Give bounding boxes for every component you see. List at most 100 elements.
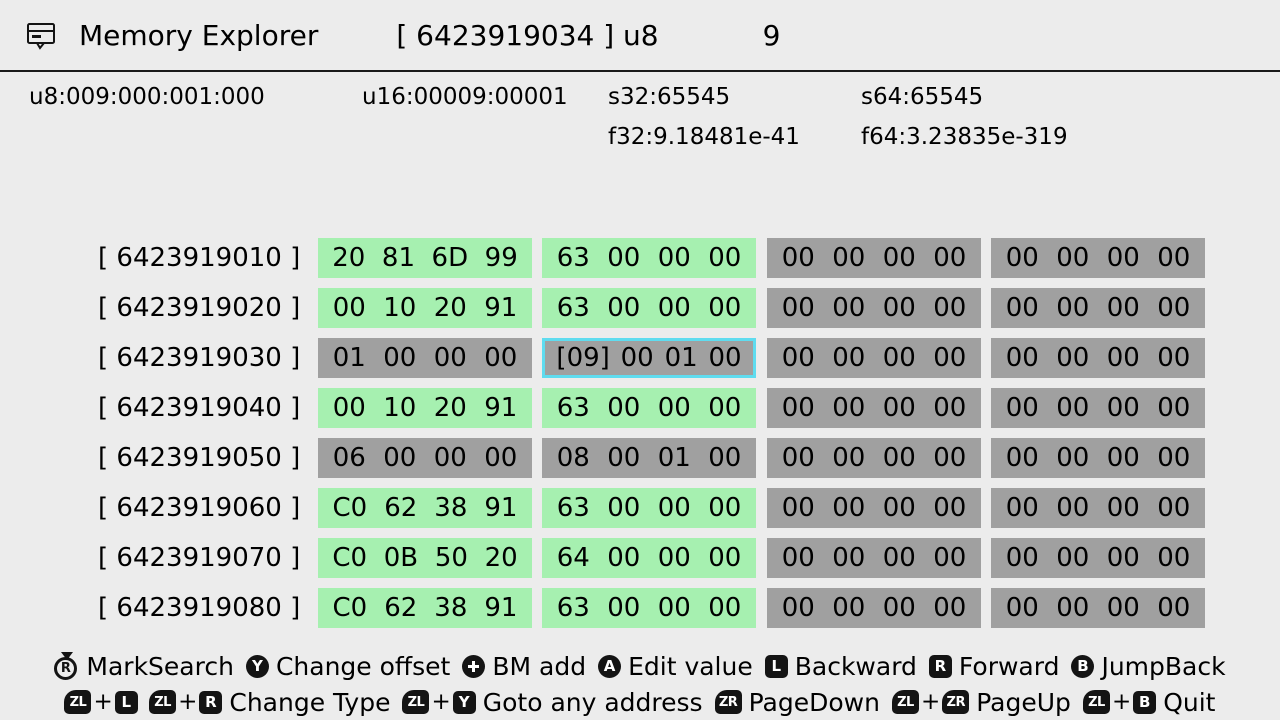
hex-byte[interactable]: 00 (1149, 345, 1200, 371)
hex-byte[interactable]: 00 (1149, 595, 1200, 621)
hex-group[interactable]: 63 00 00 00 (542, 388, 756, 428)
hex-byte[interactable]: 00 (375, 445, 426, 471)
hex-byte[interactable]: 00 (1048, 495, 1099, 521)
hex-byte[interactable]: 91 (476, 395, 527, 421)
hex-byte[interactable]: 00 (874, 595, 925, 621)
hex-byte[interactable]: [09] (551, 345, 615, 371)
hex-byte[interactable]: 20 (425, 395, 476, 421)
hex-group[interactable]: C0 0B 50 20 (318, 538, 532, 578)
hex-byte[interactable]: 00 (700, 445, 751, 471)
hex-group[interactable]: 08 00 01 00 (542, 438, 756, 478)
hex-group[interactable]: C0 62 38 91 (318, 588, 532, 628)
hex-byte[interactable]: 00 (1098, 445, 1149, 471)
hex-byte[interactable]: 00 (874, 545, 925, 571)
hex-group[interactable]: 01 00 00 00 (318, 338, 532, 378)
hex-byte[interactable]: 00 (1098, 395, 1149, 421)
hex-byte[interactable]: 00 (925, 295, 976, 321)
hex-group[interactable]: 00 00 00 00 (991, 438, 1205, 478)
hex-byte[interactable]: 00 (773, 495, 824, 521)
hex-byte[interactable]: 00 (1098, 295, 1149, 321)
hex-byte[interactable]: 00 (824, 295, 875, 321)
hex-byte[interactable]: 01 (659, 345, 703, 371)
hex-byte[interactable]: 00 (599, 545, 650, 571)
hex-byte[interactable]: C0 (324, 495, 376, 521)
hex-byte[interactable]: 00 (1098, 345, 1149, 371)
hex-byte[interactable]: 00 (773, 395, 824, 421)
hex-byte[interactable]: 00 (1149, 545, 1200, 571)
hex-byte[interactable]: C0 (324, 595, 376, 621)
hex-byte[interactable]: 00 (925, 395, 976, 421)
hex-byte[interactable]: 00 (874, 495, 925, 521)
hex-byte[interactable]: 06 (324, 445, 375, 471)
hex-byte[interactable]: 00 (1098, 245, 1149, 271)
hex-byte[interactable]: 00 (874, 345, 925, 371)
hex-group[interactable]: 00 00 00 00 (991, 388, 1205, 428)
hex-byte[interactable]: 01 (649, 445, 700, 471)
hex-byte[interactable]: 00 (874, 395, 925, 421)
hex-byte[interactable]: 00 (700, 595, 751, 621)
hex-byte[interactable]: 00 (1048, 545, 1099, 571)
hex-byte[interactable]: 00 (599, 295, 650, 321)
hex-group[interactable]: 00 00 00 00 (991, 288, 1205, 328)
hex-byte[interactable]: 00 (824, 245, 875, 271)
hex-byte[interactable]: 00 (773, 445, 824, 471)
hex-byte[interactable]: 00 (925, 245, 976, 271)
hex-byte[interactable]: 00 (703, 345, 747, 371)
hex-byte[interactable]: 00 (824, 495, 875, 521)
hex-byte[interactable]: 63 (548, 495, 599, 521)
hex-byte[interactable]: 01 (324, 345, 375, 371)
hex-byte[interactable]: 00 (824, 445, 875, 471)
hex-group-selected[interactable]: [09] 00 01 00 (542, 338, 756, 378)
hex-byte[interactable]: 00 (1149, 495, 1200, 521)
hex-byte[interactable]: 00 (324, 395, 375, 421)
hex-byte[interactable]: 10 (375, 395, 426, 421)
hex-byte[interactable]: 00 (925, 495, 976, 521)
hex-byte[interactable]: 00 (700, 495, 751, 521)
hex-byte[interactable]: 00 (649, 495, 700, 521)
hex-byte[interactable]: 63 (548, 595, 599, 621)
hex-group[interactable]: 00 00 00 00 (767, 438, 981, 478)
hex-byte[interactable]: 38 (426, 595, 476, 621)
hex-byte[interactable]: C0 (324, 545, 375, 571)
hex-byte[interactable]: 00 (997, 595, 1048, 621)
hex-group[interactable]: 00 00 00 00 (991, 338, 1205, 378)
hex-byte[interactable]: 00 (824, 395, 875, 421)
hex-group[interactable]: 63 00 00 00 (542, 488, 756, 528)
hex-byte[interactable]: 00 (874, 245, 925, 271)
hex-byte[interactable]: 00 (1149, 395, 1200, 421)
hex-byte[interactable]: 00 (773, 545, 824, 571)
hex-byte[interactable]: 64 (548, 545, 599, 571)
hex-byte[interactable]: 00 (1149, 445, 1200, 471)
hex-group[interactable]: 00 00 00 00 (767, 538, 981, 578)
hex-byte[interactable]: 38 (426, 495, 476, 521)
hex-byte[interactable]: 99 (476, 245, 526, 271)
hex-group[interactable]: 00 00 00 00 (991, 588, 1205, 628)
hex-byte[interactable]: 00 (874, 445, 925, 471)
hex-byte[interactable]: 00 (824, 545, 875, 571)
hex-byte[interactable]: 6D (423, 245, 476, 271)
hex-byte[interactable]: 00 (925, 345, 976, 371)
hex-byte[interactable]: 00 (925, 445, 976, 471)
hex-byte[interactable]: 63 (548, 395, 599, 421)
hex-byte[interactable]: 00 (773, 295, 824, 321)
hex-byte[interactable]: 20 (324, 245, 374, 271)
hex-group[interactable]: 64 00 00 00 (542, 538, 756, 578)
hex-byte[interactable]: 91 (476, 495, 526, 521)
hex-byte[interactable]: 00 (599, 595, 650, 621)
hex-group[interactable]: C0 62 38 91 (318, 488, 532, 528)
hex-group[interactable]: 00 00 00 00 (767, 288, 981, 328)
hex-byte[interactable]: 00 (1048, 345, 1099, 371)
hex-group[interactable]: 00 10 20 91 (318, 388, 532, 428)
hex-byte[interactable]: 00 (874, 295, 925, 321)
hex-byte[interactable]: 00 (649, 545, 700, 571)
hex-byte[interactable]: 00 (997, 395, 1048, 421)
hex-byte[interactable]: 00 (599, 445, 650, 471)
hex-byte[interactable]: 91 (476, 595, 526, 621)
hex-byte[interactable]: 00 (1048, 445, 1099, 471)
hex-byte[interactable]: 00 (1048, 245, 1099, 271)
hex-byte[interactable]: 00 (824, 595, 875, 621)
hex-byte[interactable]: 00 (599, 495, 650, 521)
hex-byte[interactable]: 00 (649, 245, 700, 271)
hex-byte[interactable]: 00 (425, 345, 476, 371)
hex-byte[interactable]: 00 (1048, 295, 1099, 321)
